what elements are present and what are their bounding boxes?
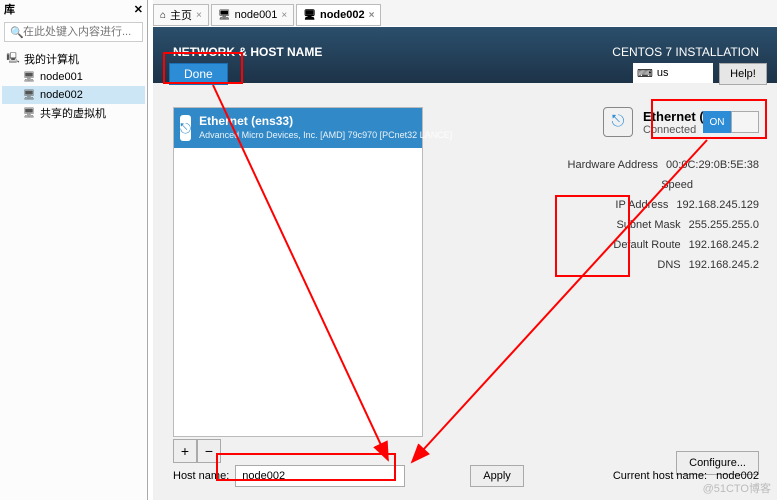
vm-icon: 🖥 <box>303 10 316 21</box>
installer-area: NETWORK & HOST NAME Done CENTOS 7 INSTAL… <box>153 27 777 500</box>
detail-value: 00:0C:29:0B:5E:38 <box>666 159 759 171</box>
apply-button[interactable]: Apply <box>470 465 524 487</box>
tree-root[interactable]: 🖳 我的计算机 <box>2 50 145 68</box>
search-icon: 🔍 <box>10 26 24 39</box>
detail-value: 192.168.245.2 <box>689 259 759 271</box>
library-pane: 库 ✕ 🔍 🖳 我的计算机 🖥 node001 🖥 node002 🖥 共享的虚… <box>0 0 148 500</box>
toggle-on-label: ON <box>703 111 731 133</box>
close-icon[interactable]: × <box>196 10 202 21</box>
keyboard-icon: ⌨ <box>637 67 653 80</box>
product-label: CENTOS 7 INSTALLATION <box>612 45 759 59</box>
nic-detail: ⎋ Ethernet (ens33) Connected ON Hardware… <box>453 107 759 275</box>
library-title: 库 <box>4 1 15 17</box>
nic-add-button[interactable]: + <box>173 439 197 463</box>
detail-label: Default Route <box>453 239 689 251</box>
vm-icon: 🖥 <box>218 10 231 21</box>
current-hostname-label: Current host name: <box>613 470 707 482</box>
close-icon[interactable]: × <box>281 10 287 21</box>
close-icon[interactable]: × <box>369 10 375 21</box>
vm-icon: 🖥 <box>22 72 36 83</box>
detail-row: Default Route192.168.245.2 <box>453 235 759 255</box>
detail-label: Subnet Mask <box>453 219 689 231</box>
detail-row: Speed <box>453 175 759 195</box>
detail-value: 192.168.245.2 <box>689 239 759 251</box>
detail-row: DNS192.168.245.2 <box>453 255 759 275</box>
detail-row: IP Address192.168.245.129 <box>453 195 759 215</box>
vm-icon: 🖥 <box>22 90 36 101</box>
tab-bar: ⌂ 主页 × 🖥 node001 × 🖥 node002 × <box>153 0 777 26</box>
detail-label: DNS <box>453 259 689 271</box>
keyboard-layout-selector[interactable]: ⌨ us <box>633 63 713 83</box>
detail-label: Speed <box>453 179 701 191</box>
hostname-row: Host name: Apply Current host name: node… <box>173 464 759 488</box>
done-button[interactable]: Done <box>169 63 228 85</box>
detail-label: IP Address <box>453 199 676 211</box>
tree-item-node002[interactable]: 🖥 node002 <box>2 86 145 104</box>
detail-row: Hardware Address00:0C:29:0B:5E:38 <box>453 155 759 175</box>
hostname-label: Host name: <box>173 470 229 482</box>
tab-node001[interactable]: 🖥 node001 × <box>211 4 294 26</box>
library-tree: 🖳 我的计算机 🖥 node001 🖥 node002 🖥 共享的虚拟机 <box>0 46 147 126</box>
detail-row: Subnet Mask255.255.255.0 <box>453 215 759 235</box>
home-icon: ⌂ <box>160 10 166 21</box>
ethernet-icon: ⎋ <box>603 107 633 137</box>
detail-value: 192.168.245.129 <box>676 199 759 211</box>
nic-list: ⎋ Ethernet (ens33) Advanced Micro Device… <box>173 107 423 437</box>
shared-icon: 🖥 <box>22 108 36 119</box>
computer-icon: 🖳 <box>6 51 20 68</box>
toggle-knob <box>731 111 759 133</box>
nic-item[interactable]: ⎋ Ethernet (ens33) Advanced Micro Device… <box>174 108 422 148</box>
installer-header: NETWORK & HOST NAME Done CENTOS 7 INSTAL… <box>153 27 777 83</box>
watermark: @51CTO博客 <box>703 480 771 496</box>
detail-value: 255.255.255.0 <box>689 219 759 231</box>
tree-item-shared[interactable]: 🖥 共享的虚拟机 <box>2 104 145 122</box>
help-button[interactable]: Help! <box>719 63 767 85</box>
library-close-icon[interactable]: ✕ <box>134 3 143 16</box>
tree-item-node001[interactable]: 🖥 node001 <box>2 68 145 86</box>
ethernet-icon: ⎋ <box>180 115 191 141</box>
nic-remove-button[interactable]: − <box>197 439 221 463</box>
detail-label: Hardware Address <box>453 159 666 171</box>
section-title: NETWORK & HOST NAME <box>173 45 322 59</box>
hostname-input[interactable] <box>235 465 405 487</box>
nic-toggle[interactable]: ON <box>703 111 759 133</box>
tab-home[interactable]: ⌂ 主页 × <box>153 4 209 26</box>
library-search-input[interactable] <box>4 22 143 42</box>
tab-node002[interactable]: 🖥 node002 × <box>296 4 381 26</box>
